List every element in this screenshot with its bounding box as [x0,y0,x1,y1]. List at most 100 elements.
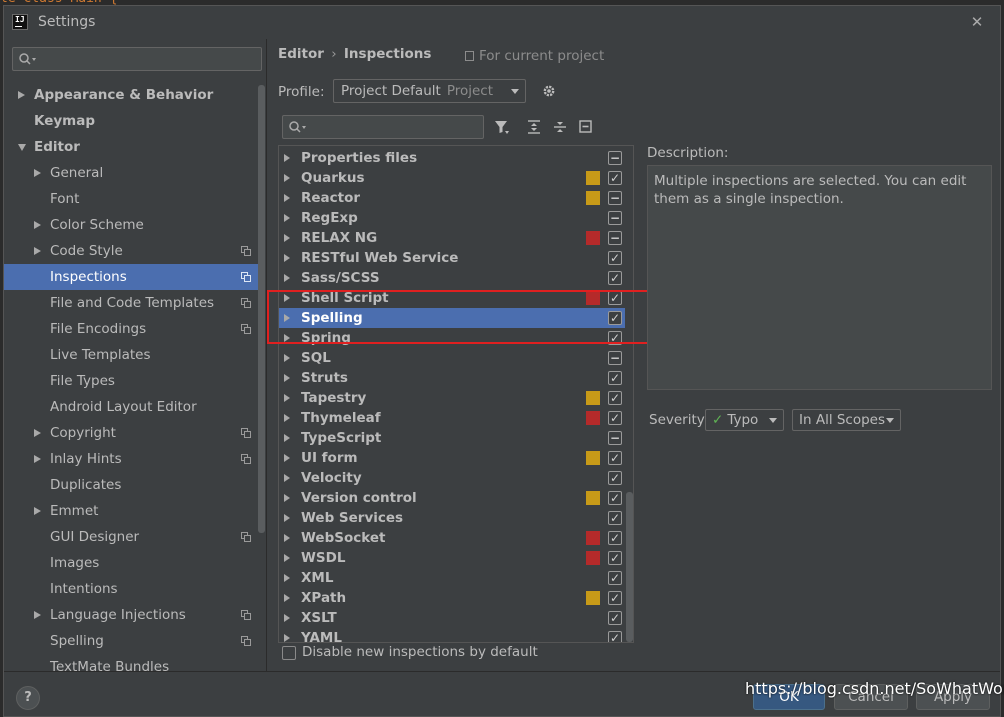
sidebar-item-inlay-hints[interactable]: Inlay Hints [4,446,260,472]
chevron-right-icon[interactable] [18,91,25,99]
inspection-row[interactable]: Spring ✓ [279,328,625,348]
chevron-right-icon[interactable] [284,594,290,602]
inspection-row[interactable]: Velocity ✓ [279,468,625,488]
chevron-right-icon[interactable] [284,294,290,302]
inspection-row[interactable]: RELAX NG − [279,228,625,248]
chevron-right-icon[interactable] [284,574,290,582]
sidebar-item-language-injections[interactable]: Language Injections [4,602,260,628]
inspection-checkbox[interactable]: ✓ [608,611,622,625]
inspection-row[interactable]: YAML ✓ [279,628,625,642]
inspection-checkbox[interactable]: ✓ [608,171,622,185]
inspection-checkbox[interactable]: ✓ [608,591,622,605]
chevron-right-icon[interactable] [284,614,290,622]
inspection-row[interactable]: UI form ✓ [279,448,625,468]
chevron-right-icon[interactable] [284,394,290,402]
chevron-right-icon[interactable] [284,314,290,322]
inspection-checkbox[interactable]: − [608,191,622,205]
sidebar-item-editor[interactable]: Editor [4,134,260,160]
pane-divider[interactable] [266,39,267,671]
help-button[interactable]: ? [16,686,40,710]
sidebar-item-code-style[interactable]: Code Style [4,238,260,264]
sidebar-item-duplicates[interactable]: Duplicates [4,472,260,498]
settings-search-input[interactable] [12,47,262,71]
sidebar-item-keymap[interactable]: Keymap [4,108,260,134]
inspection-checkbox[interactable]: − [608,211,622,225]
inspection-row[interactable]: TypeScript − [279,428,625,448]
inspection-checkbox[interactable]: ✓ [608,511,622,525]
inspection-row[interactable]: WSDL ✓ [279,548,625,568]
chevron-right-icon[interactable] [34,169,41,177]
profile-select[interactable]: Project Default Project [333,79,526,103]
inspection-checkbox[interactable]: ✓ [608,391,622,405]
inspection-checkbox[interactable]: ✓ [608,271,622,285]
chevron-right-icon[interactable] [284,174,290,182]
inspection-row[interactable]: SQL − [279,348,625,368]
chevron-right-icon[interactable] [284,554,290,562]
inspection-checkbox[interactable]: ✓ [608,531,622,545]
chevron-right-icon[interactable] [34,507,41,515]
inspection-checkbox[interactable]: − [608,431,622,445]
chevron-right-icon[interactable] [34,455,41,463]
chevron-right-icon[interactable] [284,194,290,202]
inspection-checkbox[interactable]: ✓ [608,291,622,305]
chevron-right-icon[interactable] [34,611,41,619]
inspection-checkbox[interactable]: − [608,351,622,365]
inspections-search-input[interactable] [282,115,484,139]
inspection-row[interactable]: Version control ✓ [279,488,625,508]
inspection-checkbox[interactable]: ✓ [608,571,622,585]
chevron-right-icon[interactable] [34,429,41,437]
inspection-row[interactable]: Thymeleaf ✓ [279,408,625,428]
sidebar-item-inspections[interactable]: Inspections [4,264,260,290]
chevron-right-icon[interactable] [284,494,290,502]
inspection-row[interactable]: Shell Script ✓ [279,288,625,308]
gear-icon[interactable] [542,84,556,98]
sidebar-item-appearance-behavior[interactable]: Appearance & Behavior [4,82,260,108]
expand-all-icon[interactable] [526,119,542,135]
inspection-row[interactable]: XML ✓ [279,568,625,588]
inspection-checkbox[interactable]: ✓ [608,451,622,465]
inspection-row[interactable]: Struts ✓ [279,368,625,388]
chevron-right-icon[interactable] [284,534,290,542]
inspection-row[interactable]: Quarkus ✓ [279,168,625,188]
reset-icon[interactable] [578,119,594,135]
inspection-checkbox[interactable]: ✓ [608,371,622,385]
sidebar-item-spelling[interactable]: Spelling [4,628,260,654]
sidebar-item-emmet[interactable]: Emmet [4,498,260,524]
chevron-right-icon[interactable] [284,454,290,462]
chevron-right-icon[interactable] [284,634,290,642]
inspection-checkbox[interactable]: ✓ [608,411,622,425]
chevron-right-icon[interactable] [284,334,290,342]
inspection-row[interactable]: RegExp − [279,208,625,228]
sidebar-item-copyright[interactable]: Copyright [4,420,260,446]
inspections-scrollbar[interactable] [626,492,633,642]
inspection-checkbox[interactable]: − [608,231,622,245]
chevron-right-icon[interactable] [284,434,290,442]
sidebar-item-live-templates[interactable]: Live Templates [4,342,260,368]
severity-select[interactable]: ✓ Typo [705,409,784,431]
sidebar-item-gui-designer[interactable]: GUI Designer [4,524,260,550]
inspection-row[interactable]: Properties files − [279,148,625,168]
chevron-right-icon[interactable] [284,414,290,422]
sidebar-item-images[interactable]: Images [4,550,260,576]
chevron-right-icon[interactable] [284,154,290,162]
inspection-row[interactable]: Tapestry ✓ [279,388,625,408]
collapse-all-icon[interactable] [552,119,568,135]
inspection-checkbox[interactable]: ✓ [608,331,622,345]
scope-select[interactable]: In All Scopes [792,409,901,431]
chevron-right-icon[interactable] [284,254,290,262]
disable-new-inspections-checkbox[interactable] [282,646,296,660]
chevron-right-icon[interactable] [284,374,290,382]
chevron-right-icon[interactable] [34,221,41,229]
inspection-row[interactable]: XPath ✓ [279,588,625,608]
chevron-right-icon[interactable] [284,474,290,482]
inspection-row[interactable]: RESTful Web Service ✓ [279,248,625,268]
inspection-row[interactable]: Sass/SCSS ✓ [279,268,625,288]
sidebar-item-android-layout-editor[interactable]: Android Layout Editor [4,394,260,420]
inspection-checkbox[interactable]: ✓ [608,551,622,565]
inspection-checkbox[interactable]: − [608,151,622,165]
inspection-checkbox[interactable]: ✓ [608,631,622,642]
chevron-right-icon[interactable] [284,514,290,522]
sidebar-item-file-and-code-templates[interactable]: File and Code Templates [4,290,260,316]
filter-icon[interactable] [494,119,510,135]
tree-scrollbar[interactable] [258,85,265,533]
